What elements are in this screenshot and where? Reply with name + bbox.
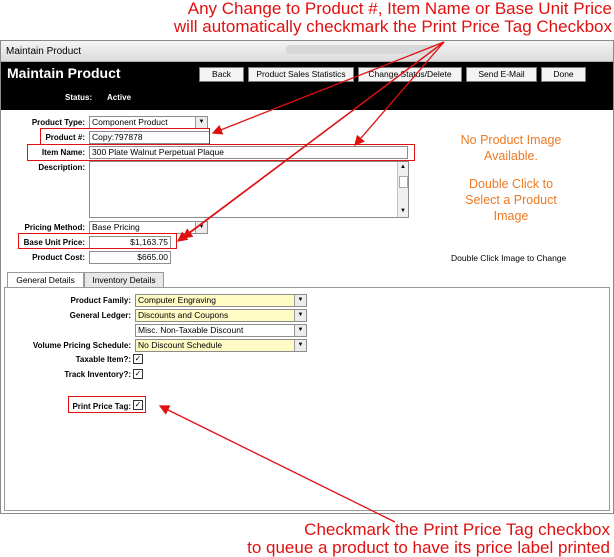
arrow-to-base-unit-price-2 [181, 41, 445, 239]
arrow-to-print-price-tag [158, 405, 396, 523]
annotation-arrows [158, 41, 445, 523]
arrow-to-item-name [354, 41, 445, 146]
arrow-to-product-number [211, 41, 445, 135]
